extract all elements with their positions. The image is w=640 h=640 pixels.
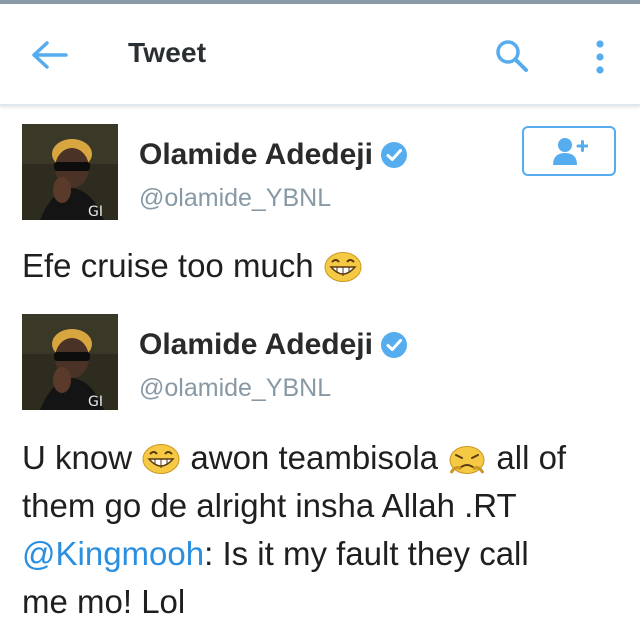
tweet-text-line: them go de alright insha Allah .RT (22, 487, 517, 524)
tweet-text-line: @Kingmooh: Is it my fault they call (22, 530, 566, 578)
tweet-text-segment: : Is it my fault they call (204, 535, 529, 572)
avatar[interactable]: GI (22, 314, 118, 410)
pouting-face-emoji-icon (449, 446, 485, 474)
avatar-watermark: GI (88, 394, 103, 410)
add-user-icon (553, 138, 588, 165)
tweet-text-content: Efe cruise too much (22, 247, 314, 284)
author-handle[interactable]: @olamide_YBNL (139, 184, 331, 213)
verified-badge-icon (380, 332, 407, 358)
follow-button[interactable] (522, 126, 616, 176)
tweet-text-line: U know awon teambisola all of (22, 434, 566, 482)
avatar[interactable]: GI (22, 124, 118, 220)
more-vertical-icon[interactable] (588, 38, 612, 78)
app-bar: Tweet (0, 4, 640, 106)
avatar-watermark: GI (88, 204, 103, 220)
author-display-name[interactable]: Olamide Adedeji (139, 328, 373, 362)
back-arrow-icon[interactable] (30, 38, 70, 72)
page-title: Tweet (128, 37, 207, 68)
author-display-name[interactable]: Olamide Adedeji (139, 138, 373, 172)
tweet-text-segment: awon teambisola (190, 439, 439, 476)
mention-link[interactable]: @Kingmooh (22, 535, 204, 572)
verified-badge-icon (380, 142, 407, 168)
laughing-face-emoji-icon (324, 252, 362, 282)
tweet-text-line: me mo! Lol (22, 583, 186, 620)
tweet-text: U know awon teambisola all of them go de… (22, 434, 566, 626)
search-icon[interactable] (494, 38, 530, 74)
laughing-face-emoji-icon (142, 444, 180, 474)
tweet-text-segment: U know (22, 439, 133, 476)
tweet-text-segment: all of (496, 439, 567, 476)
tweet-text: Efe cruise too much (22, 242, 363, 290)
author-handle[interactable]: @olamide_YBNL (139, 374, 331, 403)
